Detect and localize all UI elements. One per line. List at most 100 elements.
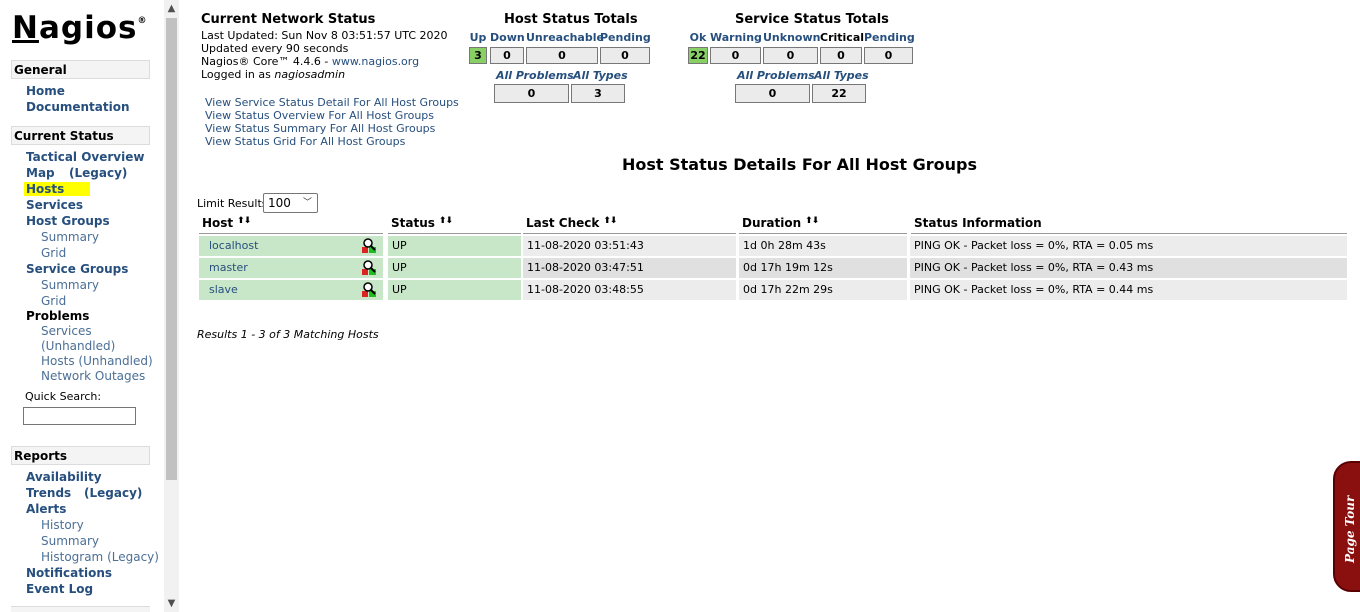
nav-alerts-histogram[interactable]: Histogram (Legacy): [41, 550, 159, 564]
results-count: Results 1 - 3 of 3 Matching Hosts: [197, 328, 379, 341]
nav-trends-legacy[interactable]: (Legacy): [84, 486, 142, 500]
host-detail-icon[interactable]: [362, 260, 376, 275]
host-detail-icon[interactable]: [362, 238, 376, 253]
username: nagiosadmin: [274, 68, 346, 81]
table-row-host-cell: slave: [199, 280, 383, 300]
link-service-detail[interactable]: View Service Status Detail For All Host …: [205, 96, 459, 109]
nav-alerts-summary[interactable]: Summary: [41, 534, 99, 548]
nagios-logo[interactable]: Nagios®: [12, 10, 147, 46]
col-duration-header[interactable]: Duration ⬆⬇: [739, 216, 907, 234]
svc-pending-label[interactable]: Pending: [864, 31, 915, 44]
details-title: Host Status Details For All Host Groups: [622, 155, 978, 174]
status-title: Current Network Status: [201, 12, 376, 27]
scroll-up-icon[interactable]: ▲: [164, 0, 179, 17]
svc-all-problems-link[interactable]: All Problems: [737, 69, 815, 82]
section-current-status: Current Status: [11, 126, 150, 145]
table-row-info: PING OK - Packet loss = 0%, RTA = 0.05 m…: [910, 236, 1347, 256]
host-up-label[interactable]: Up: [469, 31, 487, 44]
host-pending-label[interactable]: Pending: [600, 31, 651, 44]
svc-unknown-label[interactable]: Unknown: [763, 31, 820, 44]
host-totals-title: Host Status Totals: [504, 12, 638, 27]
table-row-host-cell: localhost: [199, 236, 383, 256]
sort-arrows-icon[interactable]: ⬆⬇: [805, 216, 819, 226]
svc-unknown-count: 0: [763, 47, 818, 64]
nav-hg-grid[interactable]: Grid: [41, 246, 66, 260]
host-all-problems-link[interactable]: All Problems: [496, 69, 574, 82]
scroll-thumb[interactable]: [166, 18, 177, 480]
col-status-header[interactable]: Status ⬆⬇: [388, 216, 521, 234]
svc-all-problems-count: 0: [735, 84, 810, 103]
table-row-host-cell: master: [199, 258, 383, 278]
nav-hosts[interactable]: Hosts: [24, 182, 90, 196]
nav-host-groups[interactable]: Host Groups: [26, 214, 110, 228]
host-detail-icon[interactable]: [362, 282, 376, 297]
nav-map-legacy[interactable]: (Legacy): [69, 166, 127, 180]
nav-map[interactable]: Map: [26, 166, 55, 180]
link-status-overview[interactable]: View Status Overview For All Host Groups: [205, 109, 434, 122]
page-tour-button[interactable]: Page Tour: [1333, 461, 1360, 592]
sort-arrows-icon[interactable]: ⬆⬇: [603, 216, 617, 226]
host-all-types-link[interactable]: All Types: [573, 69, 628, 82]
nav-problems-hosts-unhandled[interactable]: Hosts (Unhandled): [41, 354, 153, 368]
nav-event-log[interactable]: Event Log: [26, 582, 93, 596]
host-link[interactable]: master: [203, 261, 248, 274]
col-lastcheck-header[interactable]: Last Check ⬆⬇: [523, 216, 736, 234]
host-link[interactable]: localhost: [203, 239, 258, 252]
quick-search-input[interactable]: [23, 407, 136, 425]
nav-service-groups[interactable]: Service Groups: [26, 262, 128, 276]
host-unreachable-count: 0: [526, 47, 598, 64]
section-general: General: [11, 60, 150, 79]
table-row-lastcheck: 11-08-2020 03:47:51: [523, 258, 736, 278]
nav-hg-summary[interactable]: Summary: [41, 230, 99, 244]
nagios-org-link[interactable]: www.nagios.org: [332, 55, 419, 68]
nav-documentation[interactable]: Documentation: [26, 100, 130, 114]
table-row-status: UP: [388, 236, 521, 256]
nav-alerts[interactable]: Alerts: [26, 502, 66, 516]
logged-in: Logged in as nagiosadmin: [201, 68, 345, 81]
host-down-count: 0: [490, 47, 524, 64]
quick-search-label: Quick Search:: [25, 390, 102, 403]
sidebar-scrollbar[interactable]: ▲ ▼: [164, 0, 179, 612]
table-row-duration: 1d 0h 28m 43s: [739, 236, 907, 256]
logged-in-label: Logged in as: [201, 68, 275, 81]
col-info-header: Status Information: [911, 216, 1347, 234]
scroll-down-icon[interactable]: ▼: [164, 595, 179, 612]
last-updated: Last Updated: Sun Nov 8 03:51:57 UTC 202…: [201, 29, 448, 42]
svc-ok-label[interactable]: Ok: [688, 31, 708, 44]
host-unreachable-label[interactable]: Unreachable: [526, 31, 604, 44]
nav-network-outages[interactable]: Network Outages: [41, 369, 145, 383]
nav-tactical-overview[interactable]: Tactical Overview: [26, 150, 144, 164]
limit-results-select[interactable]: 100 ﹀: [263, 193, 318, 213]
sort-arrows-icon[interactable]: ⬆⬇: [439, 216, 453, 226]
host-up-count: 3: [469, 47, 487, 64]
col-host-header[interactable]: Host ⬆⬇: [199, 216, 383, 234]
col-lastcheck-label: Last Check: [526, 216, 600, 230]
svc-critical-label[interactable]: Critical: [820, 31, 864, 44]
host-link[interactable]: slave: [203, 283, 238, 296]
section-next-stub: [11, 606, 150, 612]
nav-notifications[interactable]: Notifications: [26, 566, 112, 580]
nav-alerts-history[interactable]: History: [41, 518, 84, 532]
limit-results-label: Limit Results:: [197, 197, 272, 210]
nav-home[interactable]: Home: [26, 84, 65, 98]
host-down-label[interactable]: Down: [490, 31, 525, 44]
svc-all-types-link[interactable]: All Types: [814, 69, 869, 82]
nav-problems-unhandled[interactable]: (Unhandled): [41, 339, 115, 353]
nav-trends[interactable]: Trends: [26, 486, 71, 500]
nav-sg-summary[interactable]: Summary: [41, 278, 99, 292]
nav-services[interactable]: Services: [26, 198, 83, 212]
link-status-summary[interactable]: View Status Summary For All Host Groups: [205, 122, 435, 135]
table-row-duration: 0d 17h 19m 12s: [739, 258, 907, 278]
nav-problems-services[interactable]: Services: [41, 324, 92, 338]
update-interval: Updated every 90 seconds: [201, 42, 349, 55]
nav-availability[interactable]: Availability: [26, 470, 102, 484]
host-all-types-count: 3: [571, 84, 625, 103]
svc-warning-label[interactable]: Warning: [710, 31, 762, 44]
link-status-grid[interactable]: View Status Grid For All Host Groups: [205, 135, 405, 148]
table-row-info: PING OK - Packet loss = 0%, RTA = 0.43 m…: [910, 258, 1347, 278]
sort-arrows-icon[interactable]: ⬆⬇: [237, 216, 251, 226]
nav-sg-grid[interactable]: Grid: [41, 294, 66, 308]
page-tour-label: Page Tour: [1343, 495, 1357, 563]
table-row-lastcheck: 11-08-2020 03:48:55: [523, 280, 736, 300]
nav-problems[interactable]: Problems: [26, 309, 89, 323]
